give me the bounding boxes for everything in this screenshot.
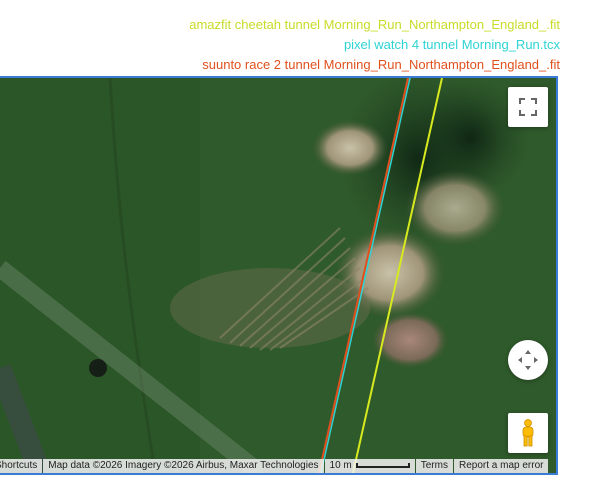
dark-hole xyxy=(89,359,107,377)
fullscreen-button[interactable] xyxy=(508,87,548,127)
terms-link[interactable]: Terms xyxy=(415,459,453,473)
legend-item-suunto: suunto race 2 tunnel Morning_Run_Northam… xyxy=(202,57,560,72)
map-data-credit: Map data ©2026 Imagery ©2026 Airbus, Max… xyxy=(43,459,324,473)
legend-item-amazfit: amazfit cheetah tunnel Morning_Run_North… xyxy=(189,17,560,32)
legend-item-pixel: pixel watch 4 tunnel Morning_Run.tcx xyxy=(343,37,560,52)
map-view[interactable]: Shortcuts Map data ©2026 Imagery ©2026 A… xyxy=(0,76,558,475)
earth-mound xyxy=(405,170,505,246)
fullscreen-icon xyxy=(519,98,537,116)
scale-label: 10 m xyxy=(329,460,352,471)
scale-control[interactable]: 10 m xyxy=(324,459,415,473)
keyboard-shortcuts-link[interactable]: Shortcuts xyxy=(0,459,43,473)
camera-pan-button[interactable] xyxy=(508,340,548,380)
pegman-icon xyxy=(522,419,534,447)
report-map-error-link[interactable]: Report a map error xyxy=(453,459,549,473)
track-legend: amazfit cheetah tunnel Morning_Run_North… xyxy=(40,0,560,75)
earth-mound xyxy=(312,120,388,176)
grass-tone xyxy=(0,78,200,473)
map-attribution: Shortcuts Map data ©2026 Imagery ©2026 A… xyxy=(0,459,549,473)
satellite-imagery[interactable] xyxy=(0,78,556,473)
pan-arrows-icon xyxy=(518,350,538,370)
scale-bar xyxy=(355,462,410,468)
street-view-pegman[interactable] xyxy=(508,413,548,453)
